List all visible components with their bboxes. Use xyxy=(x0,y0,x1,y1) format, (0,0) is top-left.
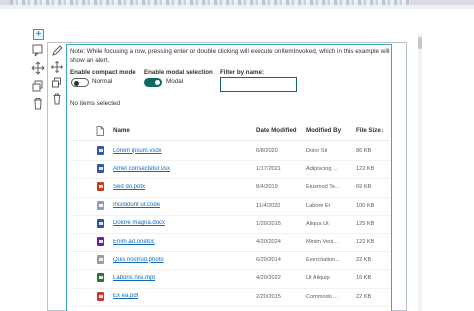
file-size-cell: 100 KB xyxy=(356,202,375,209)
file-name-link[interactable]: Dolore magna.docx xyxy=(113,220,165,226)
table-row[interactable]: Ex ea.pdf 2/20/2015 Commodo ... 22 KB xyxy=(67,289,391,307)
file-name-link[interactable]: Incididunt ut.code xyxy=(113,202,160,208)
edit-section-icon[interactable] xyxy=(30,42,46,58)
file-name-link[interactable]: Amet consectetur.vsx xyxy=(113,166,170,172)
filter-by-name-input[interactable] xyxy=(220,77,297,92)
file-type-column-icon[interactable] xyxy=(96,126,104,138)
page-scrollbar[interactable] xyxy=(418,34,422,311)
duplicate-webpart-icon[interactable] xyxy=(50,76,64,90)
file-size-cell: 122 KB xyxy=(356,239,375,245)
table-row[interactable]: Enim ad.onetoc 4/20/2024 Minim Veni... 122 … xyxy=(67,234,391,252)
project-file-icon xyxy=(97,273,104,283)
date-modified-cell: 2/20/2015 xyxy=(256,293,281,300)
code-file-icon xyxy=(97,200,104,210)
file-name-link[interactable]: Lorem ipsum.vsdx xyxy=(113,148,162,154)
date-modified-cell: 1/17/2021 xyxy=(256,166,281,173)
filter-label: Filter by name: xyxy=(220,69,265,76)
visio-file-icon xyxy=(97,146,104,155)
duplicate-section-icon[interactable] xyxy=(30,78,46,94)
delete-section-icon[interactable] xyxy=(30,96,46,112)
date-modified-cell: 4/20/2024 xyxy=(256,239,281,245)
modified-by-cell: Aliqua Ut xyxy=(306,220,329,227)
column-header-date-modified[interactable]: Date Modified xyxy=(256,127,297,134)
file-size-cell: 22 KB xyxy=(356,293,372,300)
powerpoint-file-icon xyxy=(97,182,104,192)
file-size-cell: 22 KB xyxy=(356,257,372,264)
date-modified-cell: 4/20/2022 xyxy=(256,275,281,282)
table-row[interactable]: Laboris nisi.mpt 4/20/2022 Ut Aliquip 16 KB xyxy=(67,270,391,288)
modified-by-cell: Dolor Sit xyxy=(306,148,328,154)
date-modified-cell: 8/4/2019 xyxy=(256,184,278,191)
modified-by-cell: Ut Aliquip xyxy=(306,275,330,282)
modified-by-cell: Minim Veni... xyxy=(306,239,339,245)
compact-mode-toggle[interactable] xyxy=(71,78,89,87)
list-header: Name Date Modified Modified By File Size… xyxy=(67,126,391,139)
column-header-file-size[interactable]: File Size xyxy=(356,127,381,134)
modal-selection-toggle[interactable] xyxy=(144,78,162,87)
file-size-cell: 86 KB xyxy=(356,148,372,154)
scrollbar-thumb[interactable] xyxy=(418,37,422,49)
section-toolbar xyxy=(30,42,48,114)
date-modified-cell: 11/4/2020 xyxy=(256,202,281,209)
sort-descending-icon: ↓ xyxy=(381,127,385,134)
file-size-cell: 125 KB xyxy=(356,220,375,227)
date-modified-cell: 6/20/2014 xyxy=(256,257,281,264)
column-header-name[interactable]: Name xyxy=(113,127,130,134)
table-row[interactable]: Sed do.potx 8/4/2019 Eiusmod Te... 69 KB xyxy=(67,179,391,197)
table-row[interactable]: Dolore magna.docx 1/20/2015 Aliqua Ut 125 K… xyxy=(67,216,391,234)
table-row[interactable]: Quis nostrud.photo 6/20/2014 Exercitation.… xyxy=(67,252,391,270)
edit-webpart-icon[interactable] xyxy=(50,44,64,58)
move-section-icon[interactable] xyxy=(30,60,46,76)
delete-webpart-icon[interactable] xyxy=(50,92,64,106)
usage-note: Note: While focusing a row, pressing ent… xyxy=(70,48,390,64)
modified-by-cell: Exercitation... xyxy=(306,257,340,264)
photo-file-icon xyxy=(97,255,104,265)
modified-by-cell: Adipiscing ... xyxy=(306,166,338,173)
modal-selection-label: Enable modal selection xyxy=(144,69,213,76)
add-section-button[interactable]: + xyxy=(33,29,44,40)
pdf-file-icon xyxy=(97,291,104,301)
modal-selection-value: Modal xyxy=(166,78,184,85)
compact-mode-value: Normal xyxy=(92,78,113,85)
table-row[interactable]: Incididunt ut.code 11/4/2020 Labore Et 100 … xyxy=(67,198,391,216)
file-size-cell: 16 KB xyxy=(356,275,372,282)
file-name-link[interactable]: Laboris nisi.mpt xyxy=(113,275,155,281)
word-file-icon xyxy=(97,218,104,228)
table-row[interactable]: Amet consectetur.vsx 1/17/2021 Adipiscing … xyxy=(67,161,391,179)
page-header-banner xyxy=(0,0,474,9)
file-name-link[interactable]: Enim ad.onetoc xyxy=(113,239,155,245)
date-modified-cell: 6/8/2020 xyxy=(256,148,278,154)
details-list-webpart: Note: While focusing a row, pressing ent… xyxy=(66,44,392,311)
header-divider xyxy=(72,140,390,141)
visio-file-icon xyxy=(97,164,104,174)
file-name-link[interactable]: Sed do.potx xyxy=(113,184,145,190)
row-divider xyxy=(72,305,390,307)
file-name-link[interactable]: Ex ea.pdf xyxy=(113,293,138,299)
onenote-file-icon xyxy=(97,237,104,246)
webpart-toolbar xyxy=(50,44,64,108)
column-header-modified-by[interactable]: Modified By xyxy=(306,127,341,134)
selection-status: No items selected xyxy=(70,100,121,107)
file-size-cell: 122 KB xyxy=(356,166,375,173)
modified-by-cell: Commodo ... xyxy=(306,293,339,300)
modified-by-cell: Eiusmod Te... xyxy=(306,184,340,191)
file-name-link[interactable]: Quis nostrud.photo xyxy=(113,257,164,263)
compact-mode-label: Enable compact mode xyxy=(70,69,136,76)
date-modified-cell: 1/20/2015 xyxy=(256,220,281,227)
table-row[interactable]: Lorem ipsum.vsdx 6/8/2020 Dolor Sit 86 KB xyxy=(67,143,391,161)
modified-by-cell: Labore Et xyxy=(306,202,331,209)
move-webpart-icon[interactable] xyxy=(50,60,64,74)
file-size-cell: 69 KB xyxy=(356,184,372,191)
